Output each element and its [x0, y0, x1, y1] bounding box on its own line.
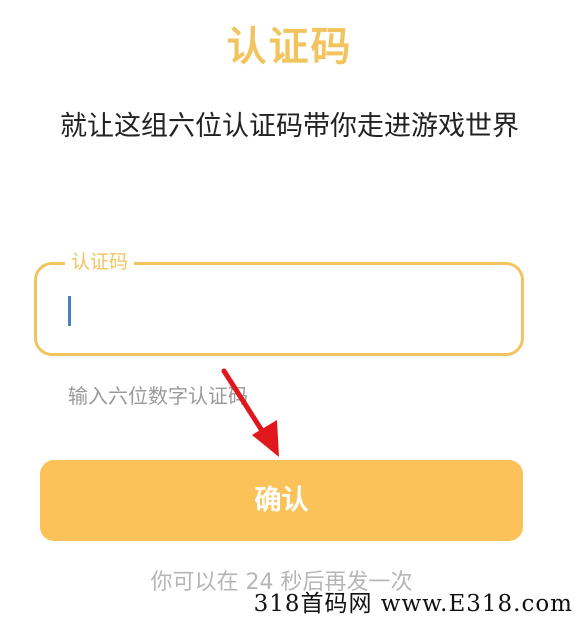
input-hint: 输入六位数字认证码 — [68, 384, 248, 408]
verification-code-field[interactable]: 认证码 — [34, 250, 524, 356]
verification-code-label: 认证码 — [65, 250, 135, 274]
page-title: 认证码 — [226, 24, 353, 70]
text-caret — [68, 296, 71, 326]
page-subtitle: 就让这组六位认证码带你走进游戏世界 — [60, 111, 519, 142]
confirm-button[interactable]: 确认 — [40, 460, 523, 541]
watermark: 318首码网 www.E318.com — [253, 591, 573, 617]
